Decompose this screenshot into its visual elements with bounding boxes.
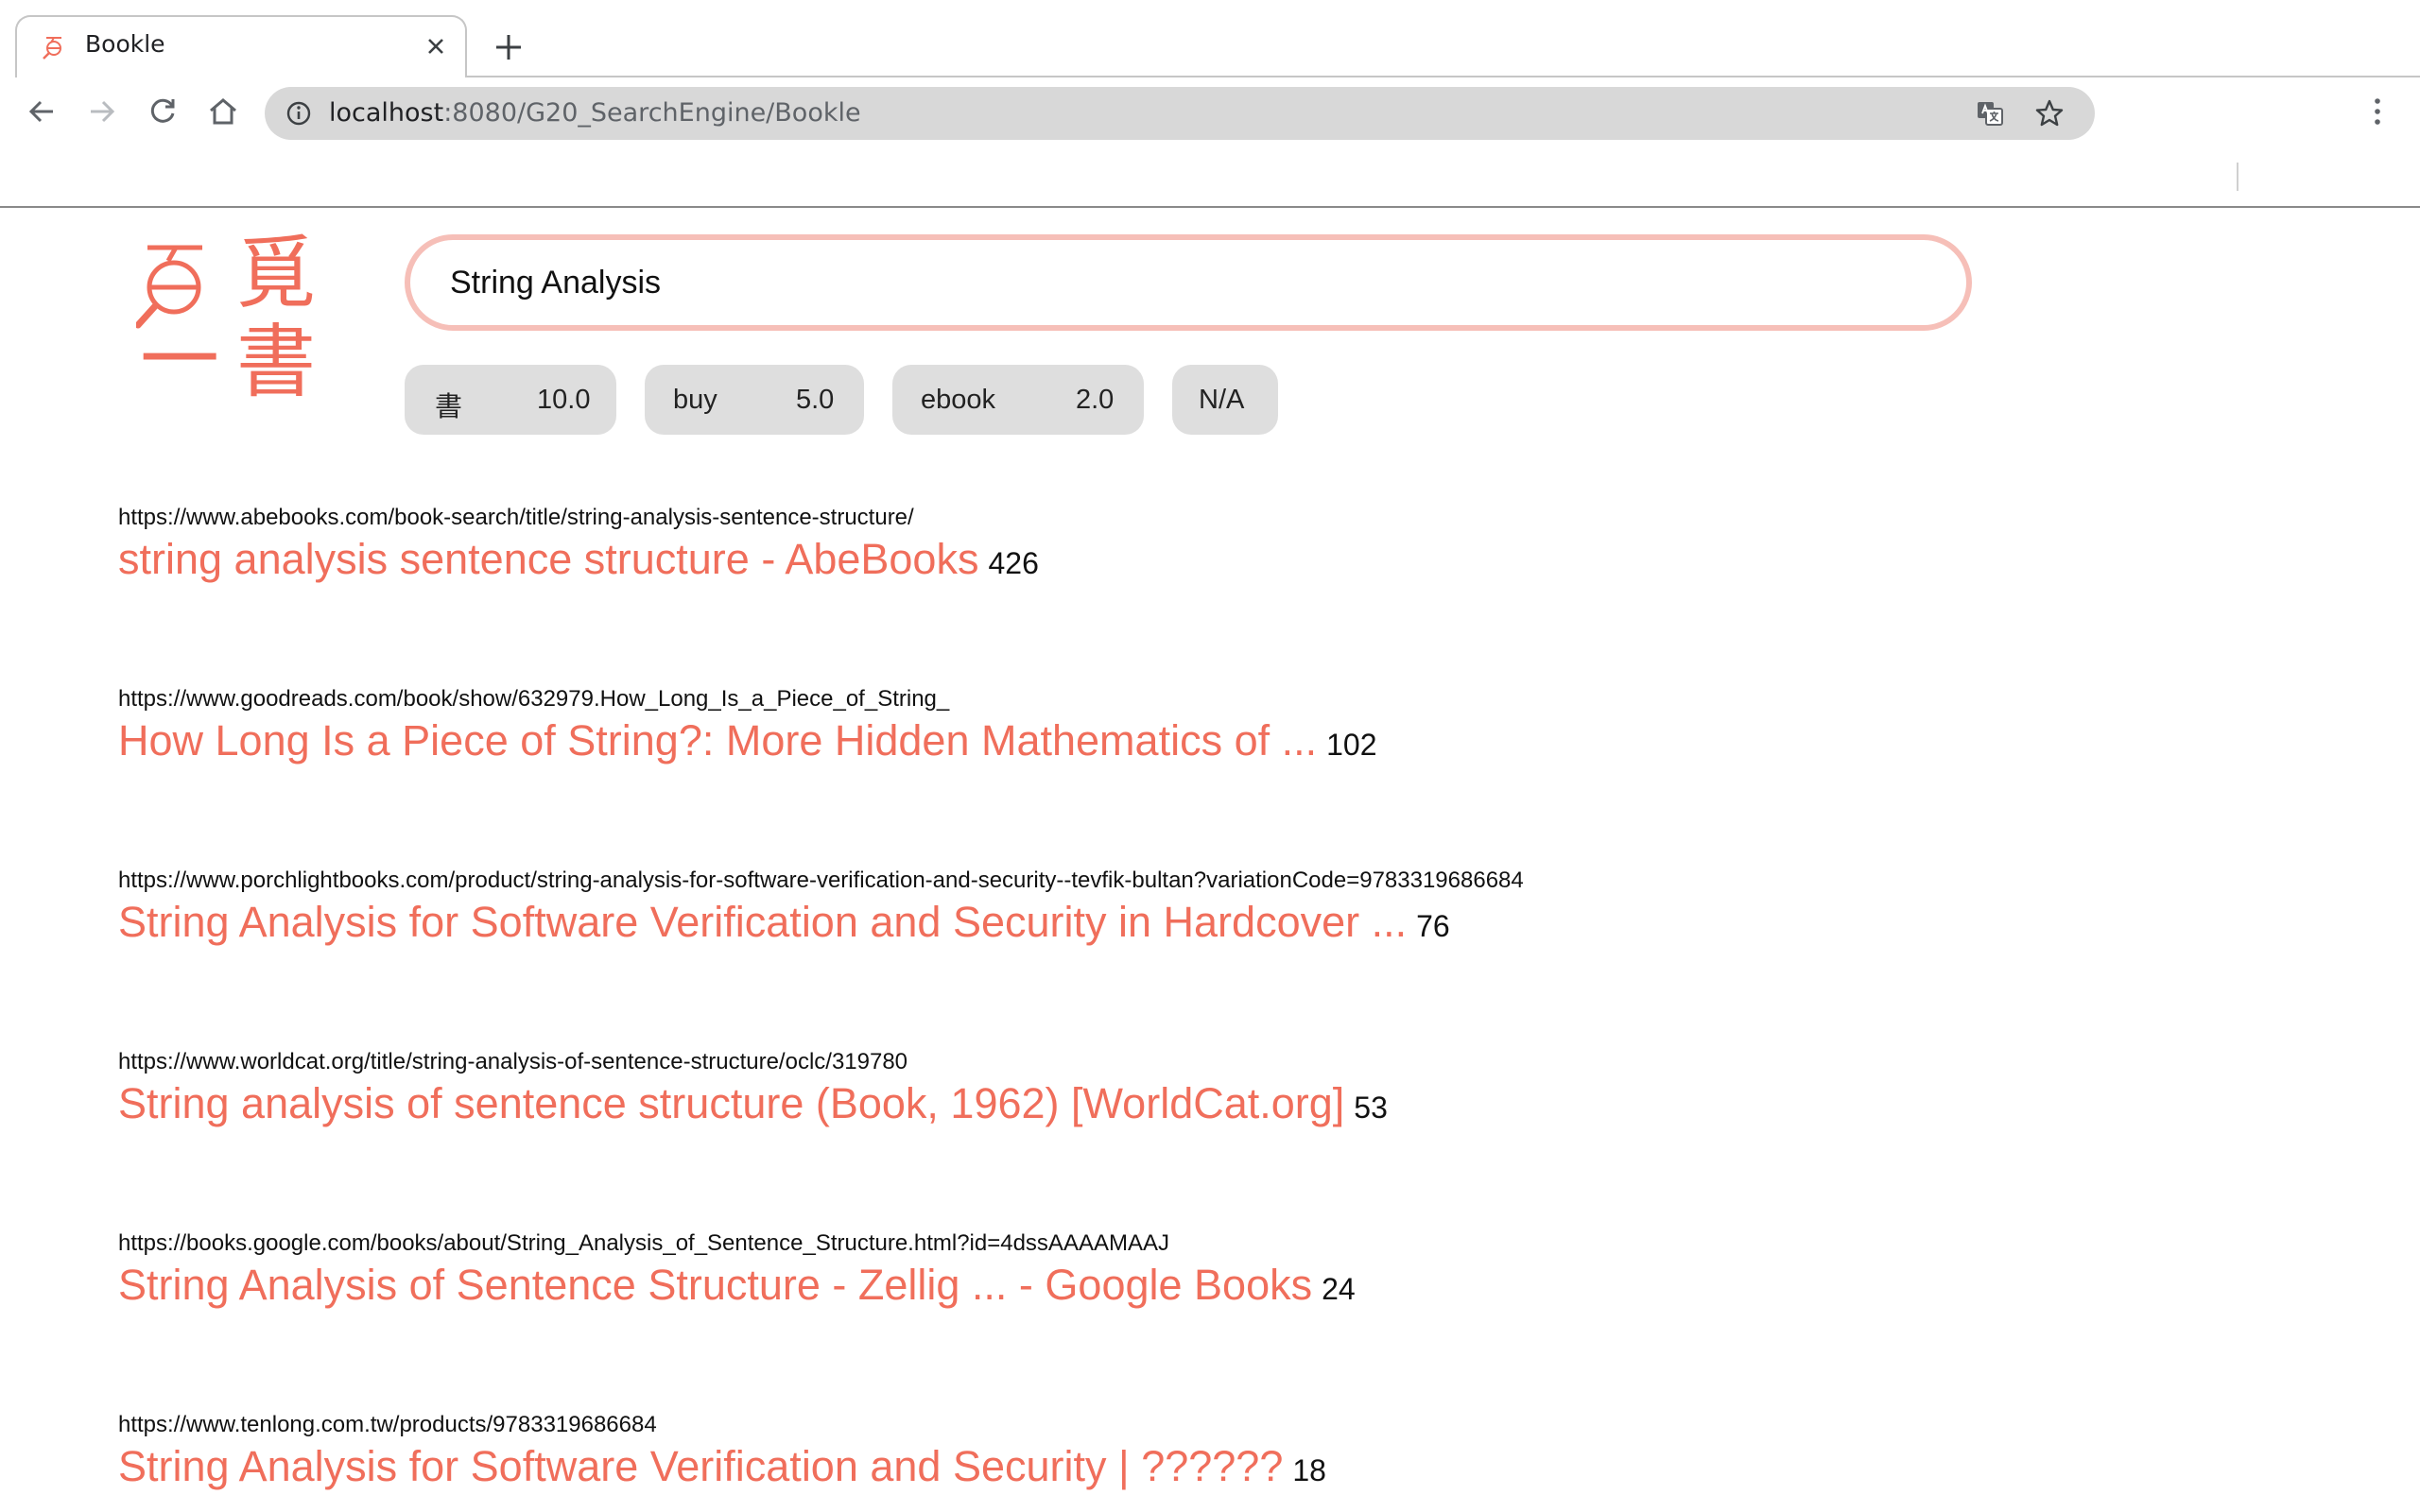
weight-chip-buy[interactable]: buy 5.0 (645, 365, 864, 435)
result-title-link[interactable]: How Long Is a Piece of String?: More Hid… (118, 716, 1317, 765)
result-title-line: String analysis of sentence structure (B… (118, 1079, 1388, 1128)
browser-menu-icon[interactable] (2363, 94, 2392, 129)
result-title-link[interactable]: String Analysis for Software Verificatio… (118, 898, 1407, 946)
bookmarks-divider (2237, 163, 2238, 191)
tab-strip: Bookle (0, 0, 2420, 77)
result-url: https://www.tenlong.com.tw/products/9783… (118, 1412, 657, 1437)
result-url: https://books.google.com/books/about/Str… (118, 1230, 1169, 1256)
result-count: 426 (988, 546, 1039, 580)
search-box[interactable] (405, 234, 1972, 331)
result-count: 76 (1416, 909, 1450, 943)
address-bar[interactable]: localhost:8080/G20_SearchEngine/Bookle (265, 87, 2095, 140)
logo-char-mi: 覓 (236, 227, 316, 319)
result-title-link[interactable]: String Analysis for Software Verificatio… (118, 1442, 1283, 1490)
result-count: 18 (1292, 1453, 1326, 1487)
bookmarks-bar (0, 147, 2420, 208)
translate-icon[interactable] (1976, 99, 2004, 128)
site-info-icon[interactable] (285, 100, 312, 127)
weight-chip-label: ebook (921, 385, 996, 415)
bookmark-star-icon[interactable] (2034, 98, 2065, 129)
result-count: 24 (1322, 1272, 1356, 1306)
tab-title: Bookle (85, 30, 165, 58)
result-title-line: How Long Is a Piece of String?: More Hid… (118, 716, 1377, 765)
result-count: 102 (1326, 728, 1377, 762)
browser-tab[interactable]: Bookle (15, 15, 467, 77)
back-arrow-icon[interactable] (25, 94, 59, 129)
bookle-logo: 覓 一 書 (136, 227, 316, 406)
result-title-line: string analysis sentence structure - Abe… (118, 535, 1039, 584)
new-tab-plus-icon[interactable] (493, 32, 524, 62)
result-url: https://www.worldcat.org/title/string-an… (118, 1049, 908, 1074)
weight-chip-value: 5.0 (796, 385, 835, 415)
result-title-line: String Analysis for Software Verificatio… (118, 898, 1450, 947)
result-url: https://www.porchlightbooks.com/product/… (118, 868, 1524, 893)
weight-chip-na[interactable]: N/A (1172, 365, 1278, 435)
result-title-link[interactable]: string analysis sentence structure - Abe… (118, 535, 978, 583)
close-icon[interactable] (424, 34, 448, 59)
forward-arrow-icon[interactable] (85, 94, 119, 129)
result-title-link[interactable]: String Analysis of Sentence Structure - … (118, 1261, 1312, 1309)
url-path: :8080/G20_SearchEngine/Bookle (443, 98, 861, 128)
logo-char-shu: 書 (236, 316, 316, 406)
result-url: https://www.abebooks.com/book-search/tit… (118, 505, 914, 530)
result-title-link[interactable]: String analysis of sentence structure (B… (118, 1079, 1344, 1127)
url-host: localhost (329, 98, 444, 128)
result-count: 53 (1354, 1091, 1388, 1125)
weight-chip-ebook[interactable]: ebook 2.0 (892, 365, 1144, 435)
result-title-line: String Analysis for Software Verificatio… (118, 1442, 1326, 1491)
result-title-line: String Analysis of Sentence Structure - … (118, 1261, 1356, 1310)
address-url[interactable]: localhost:8080/G20_SearchEngine/Bookle (329, 98, 861, 128)
browser-toolbar: localhost:8080/G20_SearchEngine/Bookle (0, 77, 2420, 147)
weight-chip-label: 書 (435, 392, 463, 422)
logo-char-yi: 一 (140, 314, 219, 406)
weight-chip-value: 10.0 (537, 385, 591, 415)
reload-icon[interactable] (146, 94, 180, 129)
weight-chip-label: buy (673, 385, 717, 415)
weight-chip-value: 2.0 (1076, 385, 1115, 415)
result-url: https://www.goodreads.com/book/show/6329… (118, 686, 950, 712)
bookle-favicon-icon (43, 37, 61, 60)
search-input[interactable] (450, 240, 1906, 325)
weight-chip-label: N/A (1199, 385, 1245, 415)
home-icon[interactable] (206, 94, 240, 129)
weight-chip-shu[interactable]: 書 10.0 (405, 365, 616, 435)
